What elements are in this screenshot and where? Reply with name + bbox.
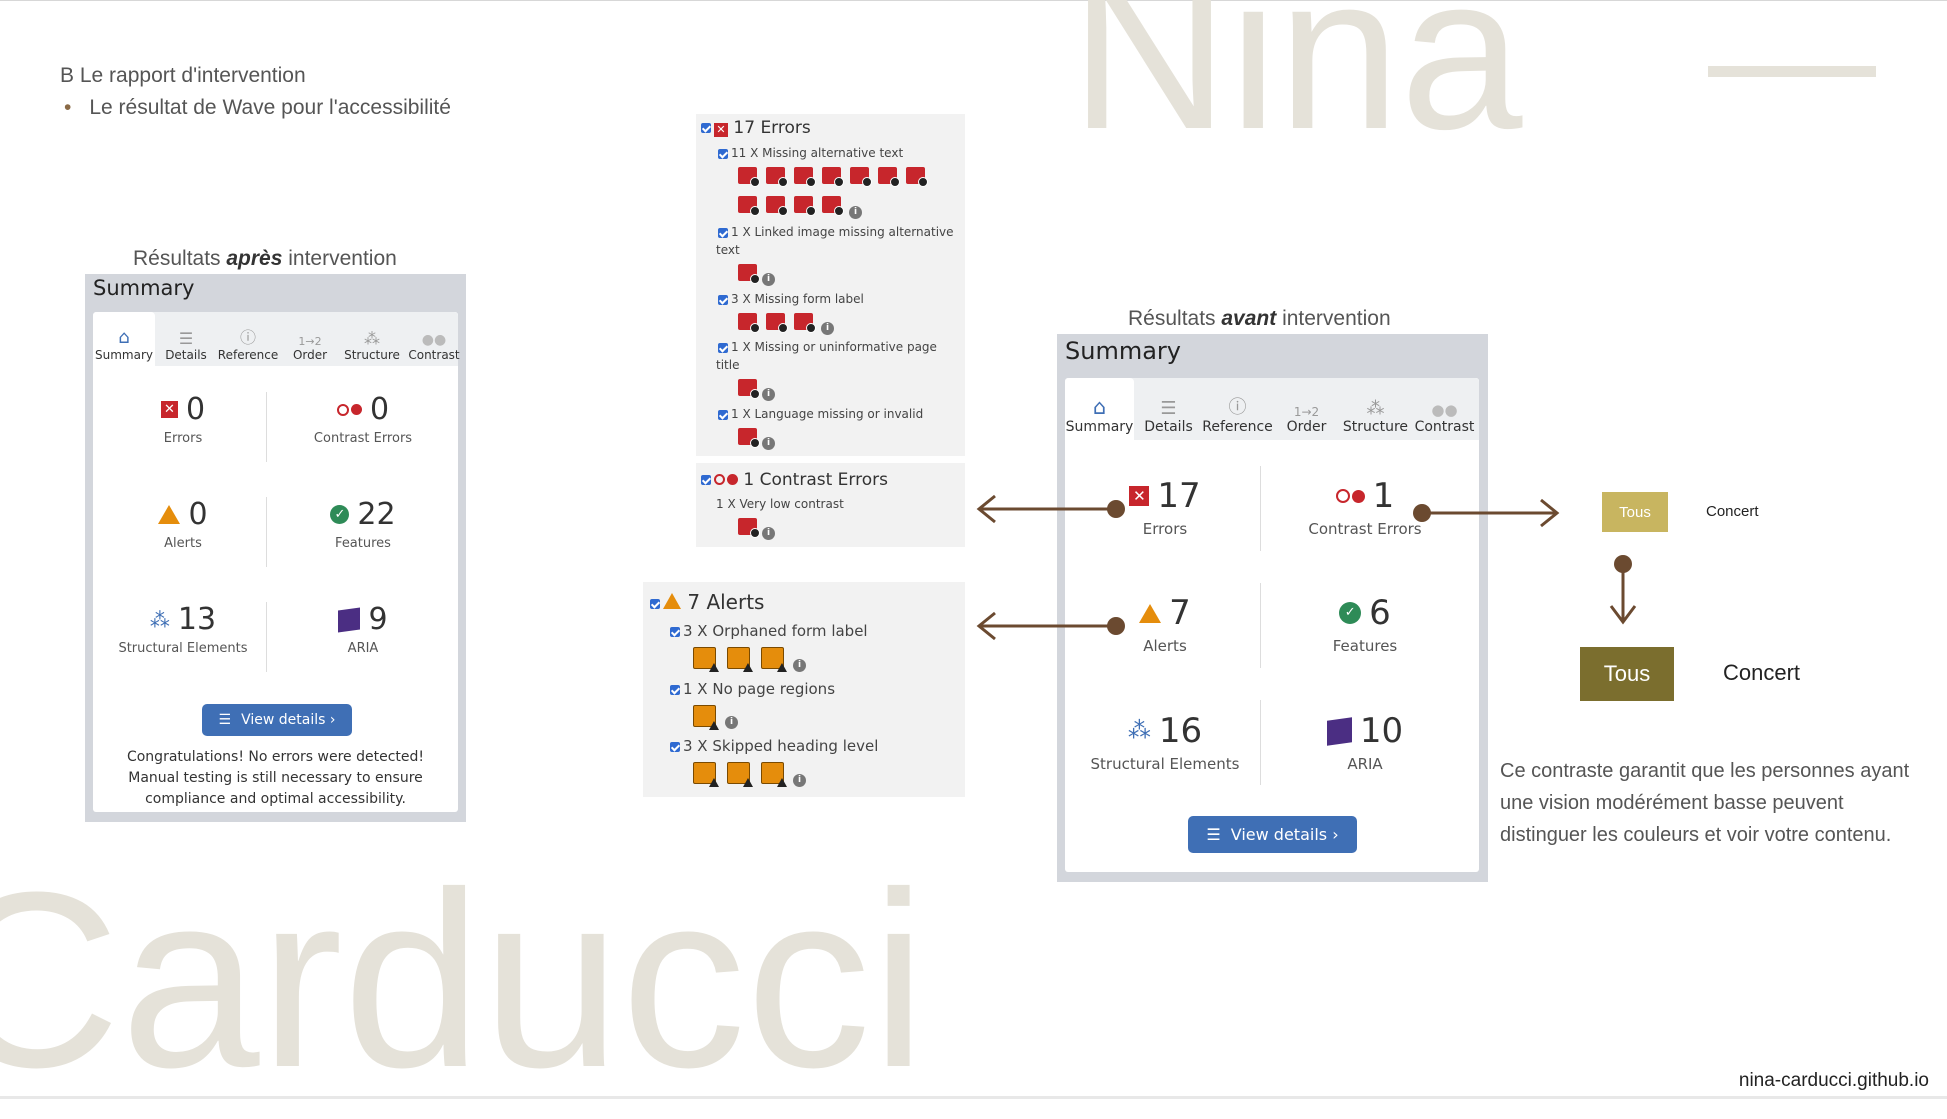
demo-button-after[interactable]: Tous (1580, 647, 1674, 701)
footer-url[interactable]: nina-carducci.github.io (1739, 1070, 1929, 1092)
arrow-dot (1107, 617, 1125, 635)
demo-button-before[interactable]: Tous (1602, 492, 1668, 532)
arrow-dot (1413, 504, 1431, 522)
contrast-description: Ce contraste garantit que les personnes … (1500, 760, 1910, 846)
demo-label-after[interactable]: Concert (1723, 660, 1800, 686)
demo-label-before[interactable]: Concert (1706, 503, 1759, 520)
connector-arrows (976, 494, 1637, 641)
arrow-dot (1107, 500, 1125, 518)
arrow-dot (1614, 555, 1632, 573)
